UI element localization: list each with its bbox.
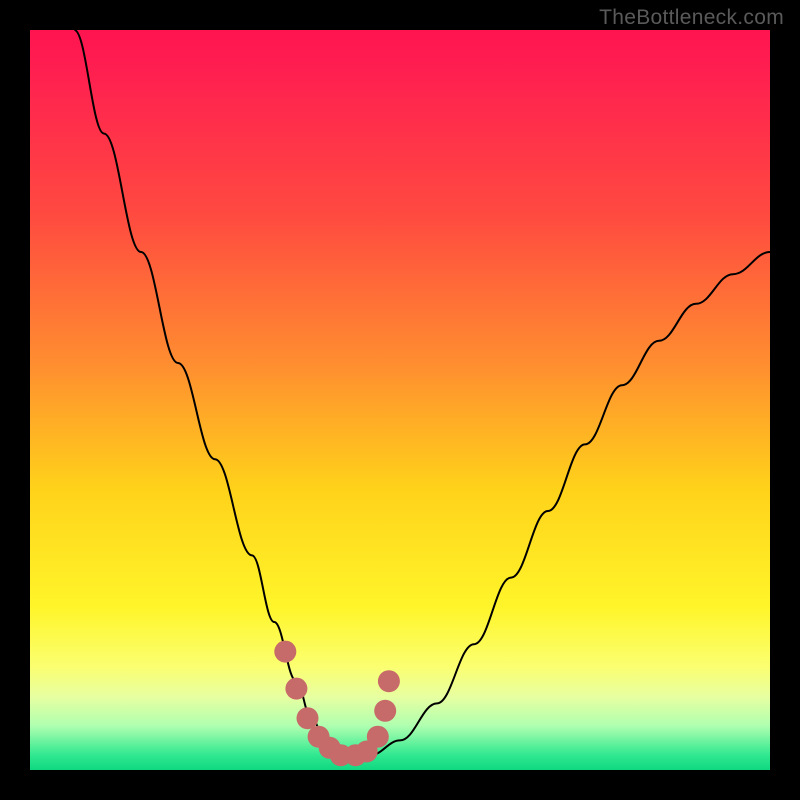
highlighted-points-group — [274, 641, 400, 767]
highlighted-point — [285, 678, 307, 700]
highlighted-point — [367, 726, 389, 748]
highlighted-point — [378, 670, 400, 692]
highlighted-point — [274, 641, 296, 663]
watermark-label: TheBottleneck.com — [599, 6, 784, 30]
chart-svg — [30, 30, 770, 770]
highlighted-point — [297, 707, 319, 729]
chart-outer-frame: TheBottleneck.com — [0, 0, 800, 800]
bottleneck-curve-path — [74, 30, 770, 755]
highlighted-point — [374, 700, 396, 722]
